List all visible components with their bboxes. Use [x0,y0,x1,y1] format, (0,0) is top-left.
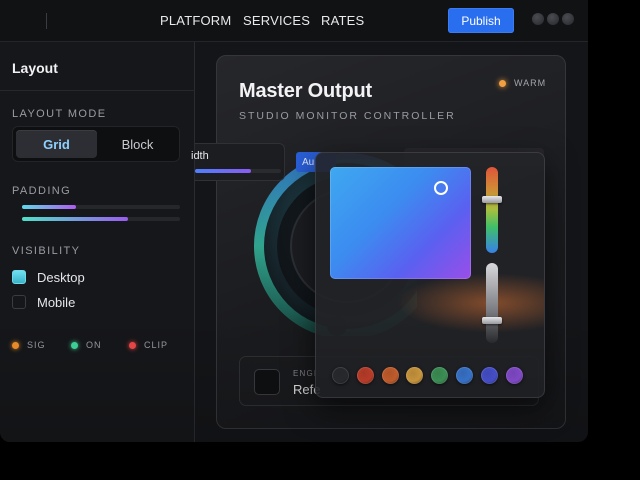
padding-slider-primary[interactable] [22,205,180,209]
width-control: idth [191,143,285,181]
engine-toggle[interactable] [254,369,280,395]
color-swatch[interactable] [406,367,424,384]
sidebar-divider [0,90,195,91]
layout-sidebar: Layout LAYOUT MODE Grid Block PADDING VI… [0,42,195,442]
nav-link-rates[interactable]: RATES [321,13,364,28]
top-navbar: PLATFORM SERVICES RATES Publish [0,0,588,42]
status-dot-icon [129,341,136,349]
visibility-label: VISIBILITY [12,245,81,257]
checkbox-unchecked[interactable] [12,295,26,309]
nav-link-platform[interactable]: PLATFORM [160,13,231,28]
color-swatch[interactable] [332,367,349,384]
visibility-mobile-checkbox[interactable]: Mobile [12,294,75,310]
legend-clip: CLIP [129,340,168,350]
card-title: Master Output [239,80,372,102]
card-subtitle: STUDIO MONITOR CONTROLLER [239,110,456,122]
alpha-slider-handle[interactable] [482,317,502,325]
width-label: idth [191,150,209,162]
picker-background-glow [396,273,544,333]
width-slider[interactable] [195,169,281,173]
status-label: WARM [514,78,547,88]
checkbox-checked[interactable] [12,270,26,284]
legend-on: ON [71,340,102,350]
window-control-dot[interactable] [562,13,574,25]
padding-label: PADDING [12,185,72,197]
layout-mode-grid-option[interactable]: Grid [16,130,97,158]
status-dot-icon [71,341,78,349]
saturation-value-area[interactable] [330,167,471,279]
status-dot-icon [12,341,19,349]
alpha-slider[interactable] [482,263,502,343]
engine-label: ENGI [293,369,318,378]
layout-mode-segmented-control: Grid Block [12,126,180,162]
legend-sig: SIG [12,340,46,350]
color-picker-popover [315,152,545,398]
color-handle[interactable] [434,181,448,195]
warm-dot-icon [499,79,506,87]
color-swatch[interactable] [505,367,523,384]
nav-link-services[interactable]: SERVICES [243,13,310,28]
color-swatch[interactable] [381,367,399,384]
padding-slider-secondary[interactable] [22,217,180,221]
color-swatches [332,367,530,384]
app-window: PLATFORM SERVICES RATES Publish Layout L… [0,0,588,442]
padding-slider-fill [22,217,128,221]
visibility-desktop-checkbox[interactable]: Desktop [12,269,85,285]
color-swatch[interactable] [455,367,473,384]
window-control-dot[interactable] [532,13,544,25]
color-swatch[interactable] [431,367,449,384]
legend-label: SIG [27,340,46,350]
checkbox-label: Desktop [37,269,85,285]
color-swatch[interactable] [356,367,374,384]
width-slider-fill [195,169,251,173]
legend-label: ON [86,340,102,350]
layout-mode-label: LAYOUT MODE [12,108,107,120]
hue-slider[interactable] [482,167,502,253]
color-swatch[interactable] [480,367,498,384]
nav-divider [46,13,47,29]
legend-label: CLIP [144,340,169,350]
window-control-dot[interactable] [547,13,559,25]
padding-slider-fill [22,205,76,209]
publish-button[interactable]: Publish [448,8,514,33]
layout-mode-block-option[interactable]: Block [97,130,178,158]
warm-status-indicator: WARM [499,78,546,88]
hue-slider-handle[interactable] [482,196,502,204]
sidebar-title: Layout [12,60,58,76]
checkbox-label: Mobile [37,294,76,310]
